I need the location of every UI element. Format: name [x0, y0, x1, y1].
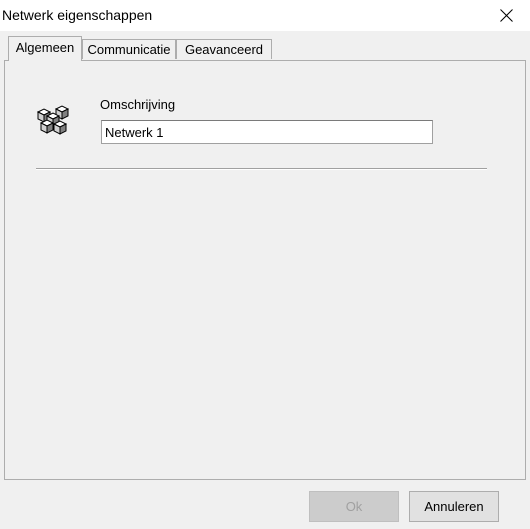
tab-geavanceerd[interactable]: Geavanceerd — [176, 39, 272, 59]
tab-algemeen[interactable]: Algemeen — [8, 36, 82, 61]
network-icon — [36, 105, 70, 135]
description-label: Omschrijving — [100, 97, 176, 112]
close-button[interactable] — [484, 0, 530, 31]
window-title: Netwerk eigenschappen — [2, 7, 153, 23]
title-bar: Netwerk eigenschappen — [0, 0, 530, 31]
properties-dialog: Netwerk eigenschappen Algemeen Communica… — [0, 0, 530, 529]
description-input[interactable] — [101, 120, 433, 144]
separator — [36, 168, 487, 170]
ok-button[interactable]: Ok — [309, 491, 399, 522]
close-icon — [500, 9, 513, 22]
tab-communicatie[interactable]: Communicatie — [82, 39, 176, 59]
cancel-button[interactable]: Annuleren — [409, 491, 499, 522]
